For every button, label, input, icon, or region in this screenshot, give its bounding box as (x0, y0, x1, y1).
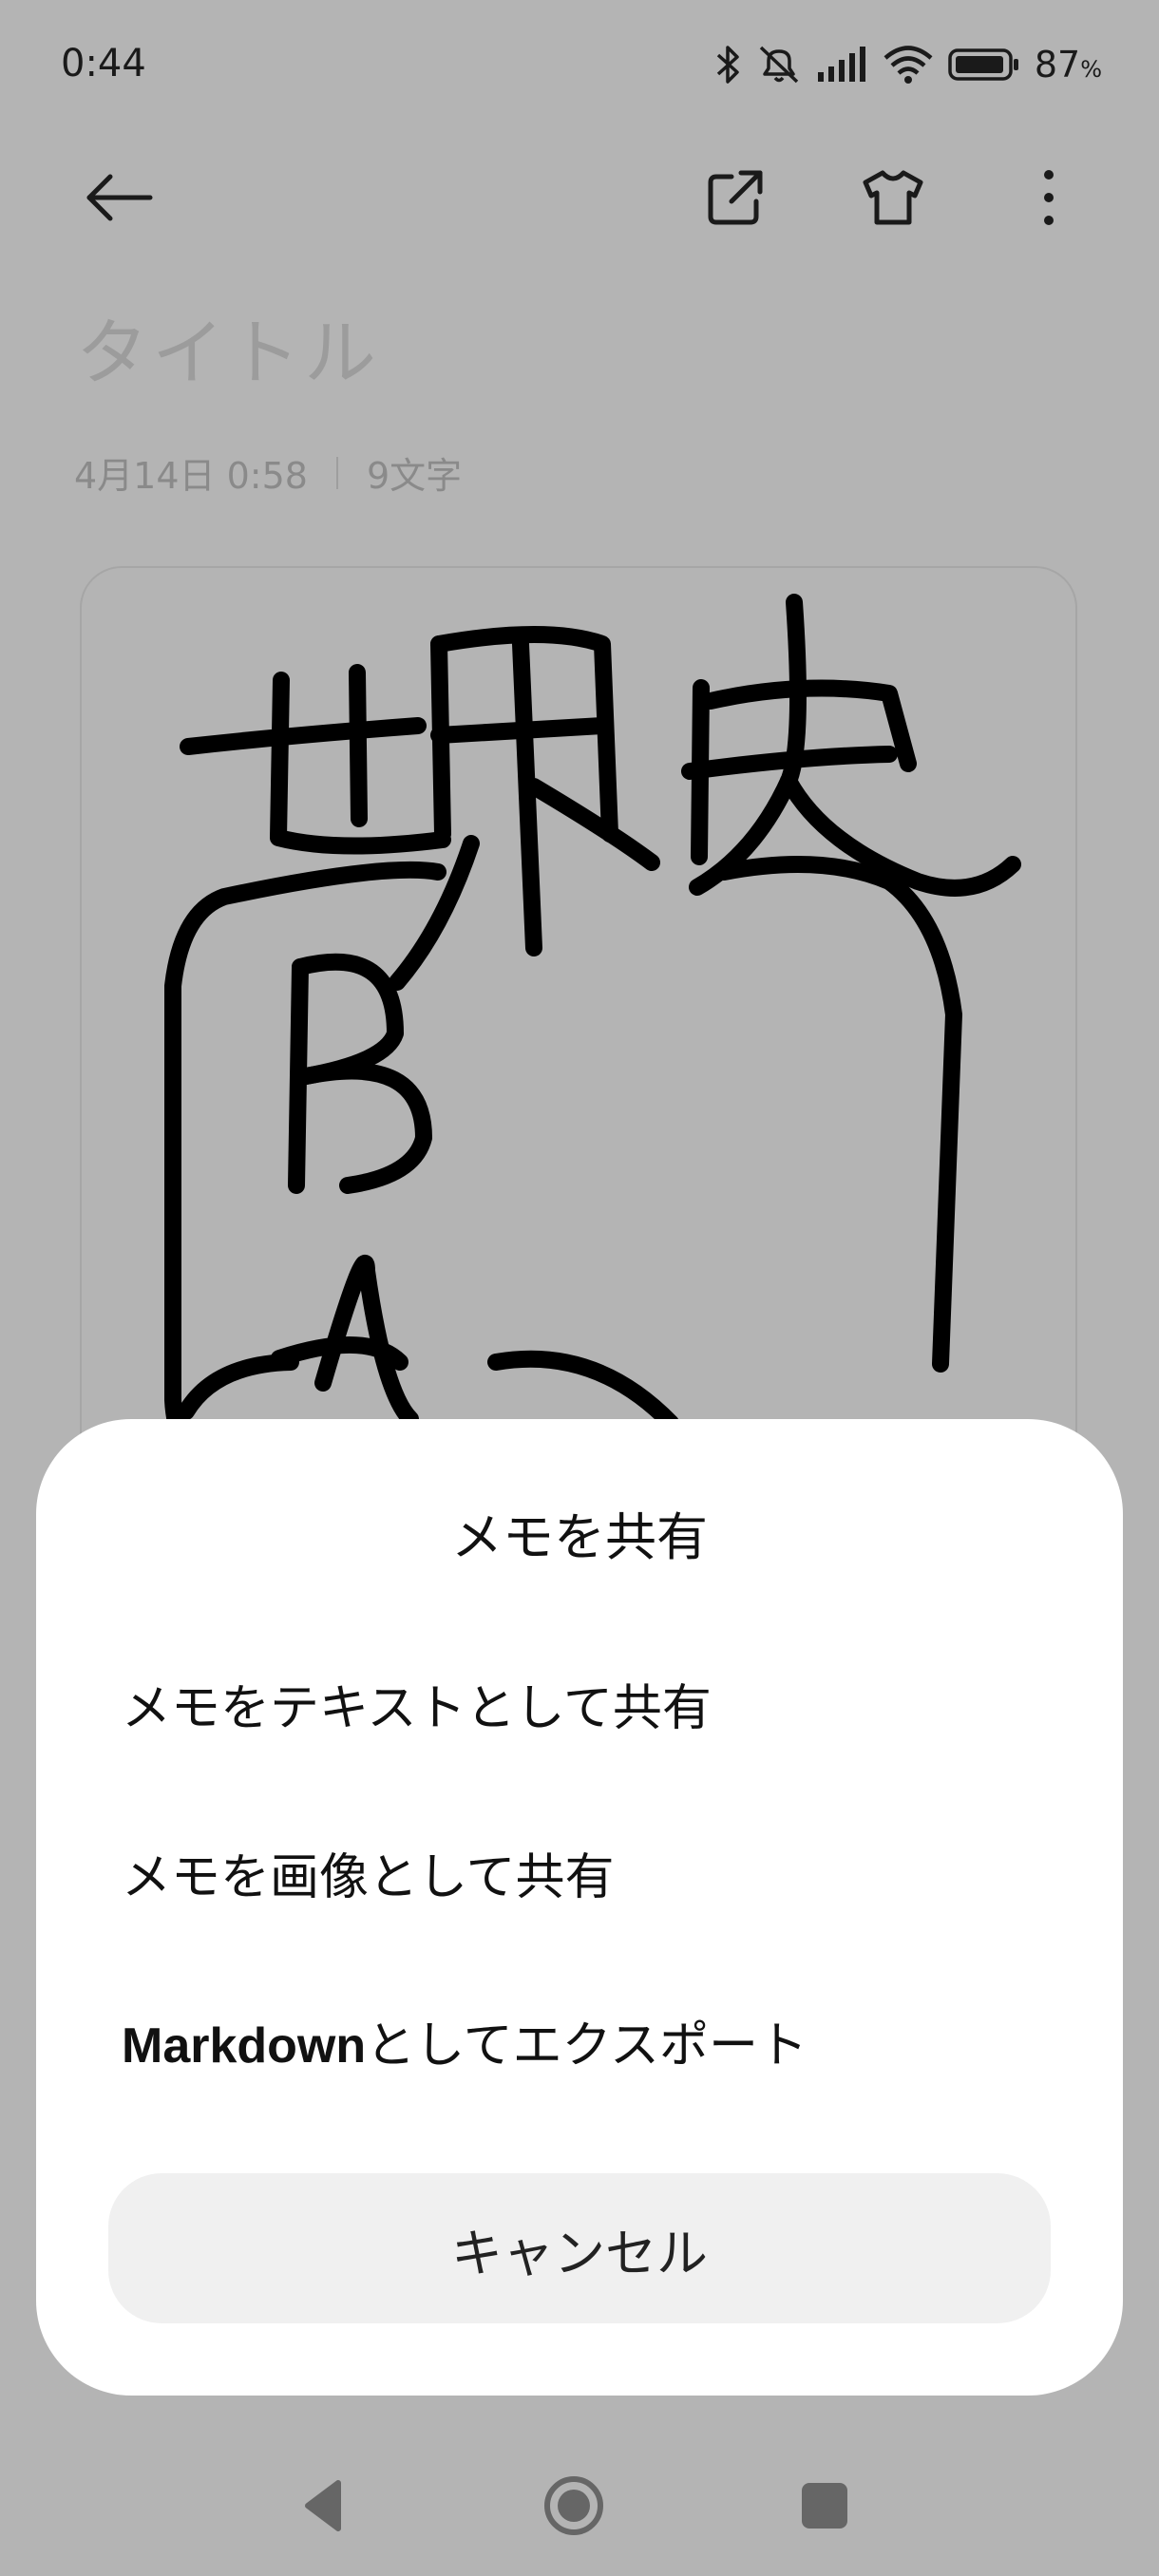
handwriting-drawing (164, 594, 1021, 1474)
export-markdown-option[interactable]: Markdownとしてエクスポート (122, 2005, 808, 2076)
note-title-field[interactable]: タイトル (76, 294, 380, 399)
more-vertical-icon (1039, 167, 1058, 232)
share-as-image-option[interactable]: メモを画像として共有 (122, 1837, 614, 1908)
handwriting-canvas[interactable] (80, 566, 1077, 1516)
sheet-title: メモを共有 (451, 1507, 708, 1567)
system-nav-bar (0, 2441, 1159, 2576)
note-char-count: 9文字 (366, 455, 463, 497)
theme-button[interactable] (855, 161, 931, 237)
back-button[interactable] (82, 161, 158, 237)
nav-back-icon (296, 2477, 353, 2538)
markdown-label: Markdown (122, 2018, 367, 2074)
cell-signal-icon (816, 44, 869, 85)
export-label: としてエクスポート (366, 2017, 808, 2074)
nav-home-icon (541, 2472, 607, 2543)
nav-home-button[interactable] (526, 2460, 621, 2555)
note-date: 4月14日 0:58 (74, 455, 308, 497)
bluetooth-icon (713, 44, 742, 85)
cancel-button[interactable]: キャンセル (108, 2173, 1051, 2323)
more-options-button[interactable] (1011, 161, 1087, 237)
battery-percent: 87% (1034, 44, 1102, 85)
theme-shirt-icon (860, 167, 926, 232)
status-time: 0:44 (61, 42, 146, 85)
share-sheet: メモを共有 メモをテキストとして共有 メモを画像として共有 Markdownとし… (36, 1419, 1123, 2396)
muted-bell-icon (755, 44, 803, 85)
battery-icon (947, 44, 1021, 85)
status-bar: 0:44 87% (0, 0, 1159, 133)
note-meta: 4月14日 0:58 9文字 (74, 446, 462, 499)
nav-recents-button[interactable] (777, 2460, 872, 2555)
back-arrow-icon (84, 171, 156, 228)
wifi-icon (883, 44, 934, 85)
nav-back-button[interactable] (277, 2460, 372, 2555)
note-toolbar (0, 142, 1159, 247)
meta-divider (335, 456, 338, 489)
share-external-icon (705, 167, 766, 232)
status-icons: 87% (713, 38, 1102, 91)
nav-recents-icon (798, 2479, 851, 2536)
share-button[interactable] (697, 161, 773, 237)
share-as-text-option[interactable]: メモをテキストとして共有 (122, 1668, 712, 1739)
